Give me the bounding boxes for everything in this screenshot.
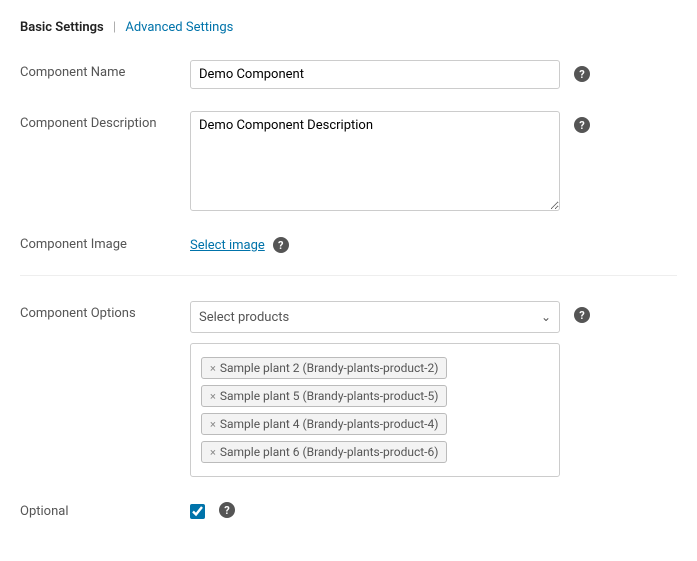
optional-checkbox[interactable] [190, 504, 205, 519]
remove-tag-icon[interactable]: × [210, 418, 216, 431]
help-icon[interactable]: ? [574, 307, 590, 323]
section-divider [20, 275, 677, 276]
select-products-dropdown[interactable]: Select products ⌄ [190, 301, 560, 333]
component-options-label: Component Options [20, 301, 190, 321]
tab-basic-settings[interactable]: Basic Settings [20, 20, 104, 35]
product-tag-label: Sample plant 4 (Brandy-plants-product-4) [220, 417, 439, 431]
component-name-label: Component Name [20, 60, 190, 80]
settings-tabs: Basic Settings | Advanced Settings [20, 20, 677, 35]
chevron-down-icon: ⌄ [541, 310, 551, 324]
product-tag-label: Sample plant 2 (Brandy-plants-product-2) [220, 361, 439, 375]
remove-tag-icon[interactable]: × [210, 362, 216, 375]
help-icon[interactable]: ? [574, 117, 590, 133]
tab-advanced-settings[interactable]: Advanced Settings [125, 20, 233, 35]
product-tag: × Sample plant 5 (Brandy-plants-product-5… [201, 385, 447, 407]
help-icon[interactable]: ? [219, 502, 235, 518]
product-tag: × Sample plant 4 (Brandy-plants-product-4… [201, 413, 447, 435]
component-name-input[interactable] [190, 60, 560, 89]
component-image-label: Component Image [20, 237, 190, 252]
tab-separator: | [113, 20, 116, 35]
product-tag: × Sample plant 2 (Brandy-plants-product-2… [201, 357, 447, 379]
optional-label: Optional [20, 499, 190, 519]
component-description-label: Component Description [20, 111, 190, 131]
help-icon[interactable]: ? [273, 237, 289, 253]
product-tag: × Sample plant 6 (Brandy-plants-product-6… [201, 441, 447, 463]
select-image-link[interactable]: Select image [190, 238, 265, 253]
help-icon[interactable]: ? [574, 66, 590, 82]
select-products-placeholder: Select products [199, 310, 289, 325]
remove-tag-icon[interactable]: × [210, 390, 216, 403]
selected-products-box: × Sample plant 2 (Brandy-plants-product-2… [190, 343, 560, 477]
component-description-input[interactable]: Demo Component Description [190, 111, 560, 211]
product-tag-label: Sample plant 6 (Brandy-plants-product-6) [220, 445, 439, 459]
product-tag-label: Sample plant 5 (Brandy-plants-product-5) [220, 389, 439, 403]
remove-tag-icon[interactable]: × [210, 446, 216, 459]
